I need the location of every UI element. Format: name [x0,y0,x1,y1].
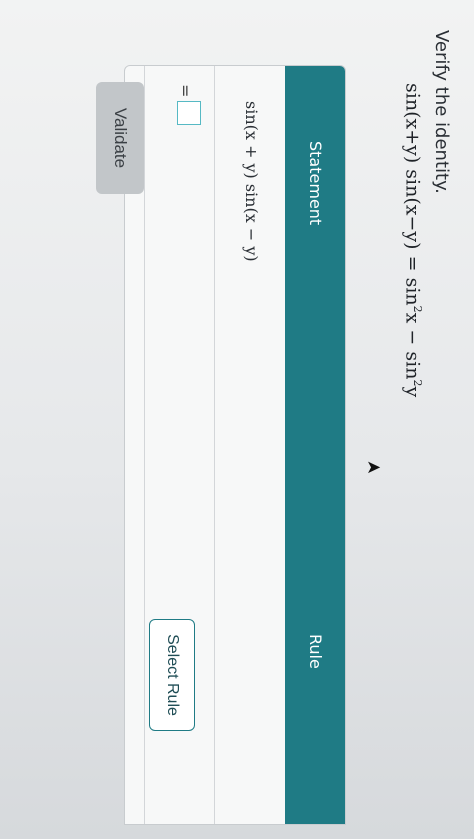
identity-equals: = [401,255,424,272]
identity-rhs-sin-a: sin [401,277,424,306]
statement-expression: sin(x + y) sin(x − y) [242,101,261,262]
table-row: = Select Rule [144,66,215,824]
validate-button[interactable]: Validate [96,82,144,194]
instruction-text: Verify the identity. [431,30,452,194]
table-header: Statement Rule [285,66,345,824]
rule-column-header: Rule [306,634,325,669]
identity-rhs-exp-a: 2 [411,305,424,313]
identity-lhs: sin(x+y) sin(x−y) [401,83,424,250]
identity-rhs-sin-b: sin [401,351,424,380]
table-row: sin(x + y) sin(x − y) [214,66,285,824]
select-rule-button[interactable]: Select Rule [149,619,195,731]
identity-equation: sin(x+y) sin(x−y) = sin2x − sin2y [402,83,424,397]
identity-rhs-minus: − [401,329,424,346]
statement-column-header: Statement [306,141,325,226]
mouse-pointer-icon: ➤ [365,457,382,479]
identity-rhs-arg-b: y [401,386,424,398]
identity-rhs-arg-a: x [401,312,424,324]
worksheet-page: Verify the identity. sin(x+y) sin(x−y) =… [0,0,474,839]
equals-sign: = [176,84,195,98]
proof-table: Statement Rule sin(x + y) sin(x − y) = S… [124,65,346,825]
statement-answer-input[interactable] [177,101,201,125]
